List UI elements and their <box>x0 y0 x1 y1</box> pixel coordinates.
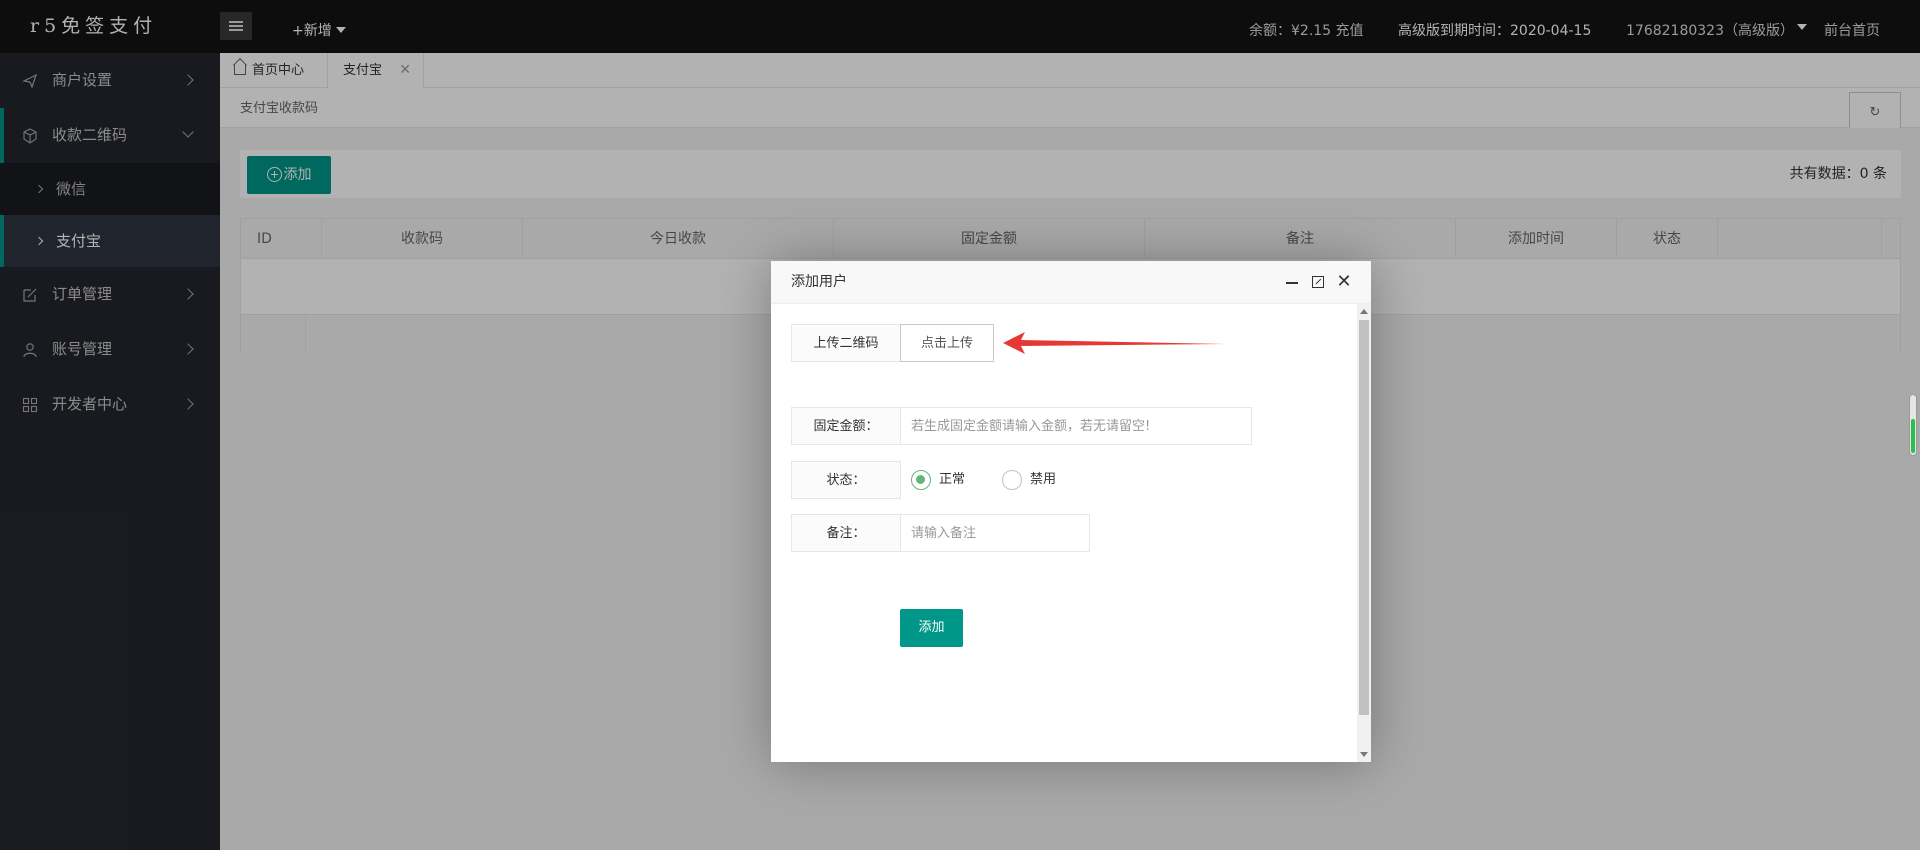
minimize-icon[interactable] <box>1283 273 1301 291</box>
maximize-icon[interactable] <box>1309 273 1327 291</box>
dialog-body: 上传二维码 点击上传 固定金额： 状态： 正常 禁用 备注： 添加 <box>771 304 1357 762</box>
page-scroll-indicator[interactable] <box>1909 394 1917 456</box>
upload-button[interactable]: 点击上传 <box>900 324 994 362</box>
upload-qrcode-label: 上传二维码 <box>791 324 901 362</box>
dialog-scrollbar[interactable] <box>1357 304 1371 762</box>
status-disabled-radio[interactable]: 禁用 <box>1002 470 1056 490</box>
scroll-up-icon[interactable] <box>1360 309 1368 314</box>
close-icon[interactable]: ✕ <box>1335 273 1353 291</box>
add-user-dialog: 添加用户 ✕ 上传二维码 点击上传 固定金额： 状态： 正常 禁用 备注： 添加 <box>771 261 1371 762</box>
annotation-arrow-icon <box>1003 332 1225 354</box>
radio-label: 正常 <box>939 472 966 487</box>
fixed-amount-input[interactable] <box>900 407 1252 445</box>
radio-label: 禁用 <box>1030 472 1057 487</box>
dialog-title: 添加用户 <box>791 274 847 290</box>
scroll-thumb <box>1911 419 1915 453</box>
scroll-thumb[interactable] <box>1359 320 1369 715</box>
radio-unchecked-icon <box>1002 470 1022 490</box>
status-normal-radio[interactable]: 正常 <box>911 470 965 490</box>
status-label: 状态： <box>791 461 901 499</box>
submit-button[interactable]: 添加 <box>900 609 963 647</box>
scroll-down-icon[interactable] <box>1360 752 1368 757</box>
remark-label: 备注： <box>791 514 901 552</box>
dialog-header: 添加用户 ✕ <box>771 261 1371 304</box>
radio-checked-icon <box>911 470 931 490</box>
remark-input[interactable] <box>900 514 1090 552</box>
fixed-amount-label: 固定金额： <box>791 407 901 445</box>
